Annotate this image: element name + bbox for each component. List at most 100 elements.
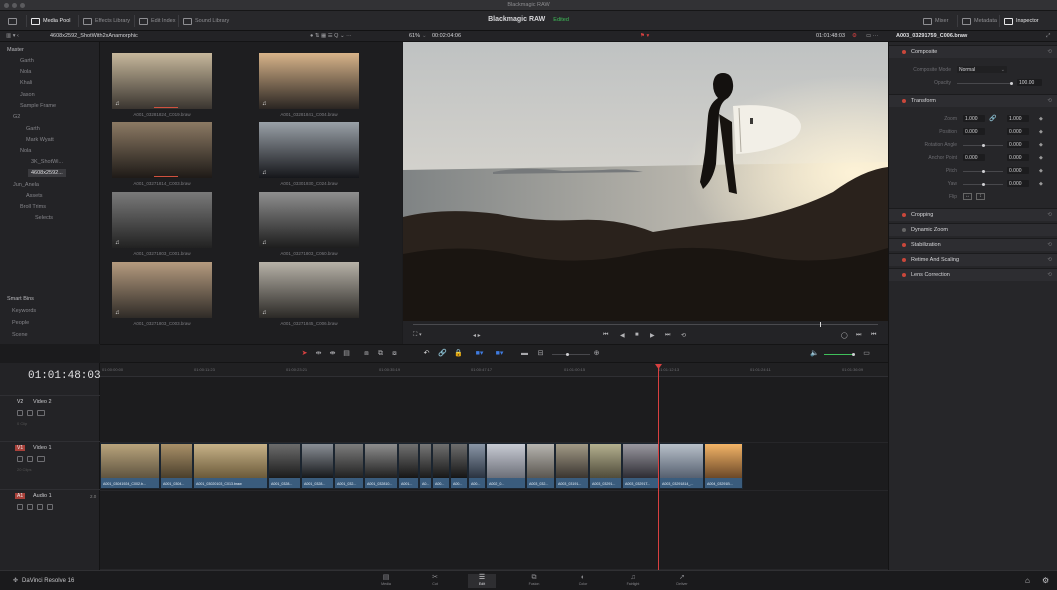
play-reverse-button[interactable]: ◀	[620, 332, 625, 339]
yaw-slider-knob[interactable]	[982, 183, 985, 186]
dynamic-zoom-section-header[interactable]: Dynamic Zoom	[889, 223, 1057, 236]
viewer-playhead[interactable]	[820, 322, 821, 327]
track-lock-icon[interactable]	[17, 504, 23, 510]
reset-icon[interactable]: ⟲	[1047, 257, 1052, 263]
composite-section-header[interactable]: Composite ⟲	[889, 45, 1057, 58]
timeline-clip[interactable]: A00...	[432, 443, 450, 489]
keyframe-icon[interactable]: ◆	[1039, 116, 1043, 122]
timeline-clip[interactable]: A0...	[419, 443, 432, 489]
custom-zoom-icon[interactable]: ⊕	[592, 350, 601, 358]
play-button[interactable]: ▶	[650, 332, 655, 339]
timeline-clip[interactable]: A001...	[398, 443, 419, 489]
enable-toggle-icon[interactable]	[902, 273, 906, 277]
media-clip[interactable]: ♫ A001_03271803_C001.braw	[112, 192, 212, 256]
timeline-viewer[interactable]	[403, 42, 888, 321]
keyframe-icon[interactable]: ◆	[1039, 168, 1043, 174]
page-color[interactable]: ◐ Color	[569, 574, 597, 588]
reset-icon[interactable]: ⟲	[1047, 272, 1052, 278]
audio-volume-knob[interactable]	[852, 353, 855, 356]
track-id[interactable]: V1	[15, 445, 26, 451]
snapping-icon[interactable]: ↶	[422, 350, 431, 358]
stabilization-section-header[interactable]: Stabilization ⟲	[889, 238, 1057, 251]
pitch-value[interactable]: 0.000	[1007, 167, 1029, 174]
timeline-clip[interactable]: A00...	[450, 443, 468, 489]
track-lock-icon[interactable]	[17, 456, 23, 462]
smart-bin-item[interactable]: People	[12, 320, 29, 326]
audio-volume-slider[interactable]	[824, 354, 854, 355]
page-fusion[interactable]: ⧉ Fusion	[520, 574, 548, 588]
marker-color-icon[interactable]: ■▾	[495, 350, 504, 358]
anchor-y-value[interactable]: 0.000	[1007, 154, 1029, 161]
bin-folder[interactable]: Nola	[20, 148, 31, 154]
bin-master[interactable]: Master	[7, 47, 24, 53]
enable-toggle-icon[interactable]	[902, 50, 906, 54]
reset-icon[interactable]: ⟲	[1047, 98, 1052, 104]
timeline-clip[interactable]: A00...	[468, 443, 486, 489]
viewer-scrubber[interactable]	[413, 324, 878, 325]
zoom-detail-icon[interactable]: ⊟	[536, 350, 545, 358]
loop-button[interactable]: ⟲	[681, 332, 686, 339]
timeline-clip[interactable]: A003_032...	[526, 443, 555, 489]
auto-select-icon[interactable]	[27, 456, 33, 462]
bin-item[interactable]: Jason	[20, 92, 35, 98]
bin-item-selected[interactable]: 4608x2592...	[28, 169, 66, 177]
inspector-button[interactable]: Inspector	[999, 15, 1039, 27]
timeline-clip[interactable]: A001_032...	[334, 443, 364, 489]
speaker-icon[interactable]: 🔈	[810, 350, 819, 358]
media-clip[interactable]: ♫ A001_03271845_C006.braw	[259, 262, 359, 326]
lens-correction-section-header[interactable]: Lens Correction ⟲	[889, 268, 1057, 281]
auto-select-icon[interactable]	[27, 410, 33, 416]
track-lane-v2[interactable]	[100, 377, 888, 443]
keyframe-icon[interactable]: ◆	[1039, 181, 1043, 187]
trim-tool-icon[interactable]: ⇹	[314, 350, 323, 358]
match-frame-button[interactable]: ◯	[841, 332, 848, 339]
bin-item[interactable]: Garth	[26, 126, 40, 132]
media-clip[interactable]: ♫ A001_03281841_C004.braw	[259, 53, 359, 117]
position-lock-icon[interactable]: 🔒	[454, 350, 463, 358]
keyframe-icon[interactable]: ◆	[1039, 129, 1043, 135]
flip-vertical-icon[interactable]: ↕	[976, 193, 985, 200]
track-enable-icon[interactable]	[37, 410, 45, 416]
media-clip[interactable]: ♫ A001_03271803_C003.braw	[112, 262, 212, 326]
media-clip[interactable]: A001_03271814_C003.braw	[112, 122, 212, 186]
pitch-slider-knob[interactable]	[982, 170, 985, 173]
bypass-icon[interactable]: ⚙	[852, 33, 857, 39]
expand-icon[interactable]: ⤢	[1046, 33, 1050, 40]
timeline-zoom-slider[interactable]	[552, 354, 590, 355]
page-cut[interactable]: ✂ Cut	[421, 574, 449, 588]
viewer-size-button[interactable]: ⛶ ▾	[413, 332, 422, 339]
bin-item[interactable]: Assets	[26, 193, 43, 199]
bin-folder[interactable]: Jun_Anela	[13, 182, 39, 188]
media-view-icons[interactable]: ● ⇅ ▦ ☰ Q ⌄ ···	[310, 33, 352, 39]
rotation-value[interactable]: 0.000	[1007, 141, 1029, 148]
bin-list-toggle[interactable]: ▥ ▾ ‹	[6, 33, 19, 39]
opacity-value[interactable]: 100.00	[1017, 79, 1042, 86]
mute-button[interactable]	[47, 504, 53, 510]
timeline-clip[interactable]: A003_03191...	[555, 443, 589, 489]
position-y-value[interactable]: 0.000	[1007, 128, 1029, 135]
enable-toggle-icon[interactable]	[902, 99, 906, 103]
page-fairlight[interactable]: ♫ Fairlight	[619, 574, 647, 588]
zoom-y-value[interactable]: 1.000	[1007, 115, 1029, 122]
timeline-clip[interactable]: A003_03291...	[589, 443, 622, 489]
bin-folder[interactable]: Broll Trims	[20, 204, 46, 210]
track-enable-icon[interactable]	[37, 456, 45, 462]
track-lane-a1[interactable]	[100, 491, 888, 570]
smart-bin-item[interactable]: Keywords	[12, 308, 36, 314]
bin-item[interactable]: Selects	[35, 215, 53, 221]
clip-flag-icon[interactable]: ⚑ ▾	[640, 33, 649, 39]
enable-toggle-icon[interactable]	[902, 228, 906, 232]
go-to-end-button[interactable]: ⏭	[665, 332, 670, 339]
flag-color-icon[interactable]: ■▾	[475, 350, 484, 358]
rotation-slider-knob[interactable]	[982, 144, 985, 147]
timeline-clip[interactable]: A001_0304...	[160, 443, 193, 489]
timeline-clip[interactable]: A004_03291B...	[704, 443, 743, 489]
reset-icon[interactable]: ⟲	[1047, 212, 1052, 218]
auto-select-icon[interactable]	[27, 504, 33, 510]
next-edit-button[interactable]: ⏭	[856, 332, 861, 339]
timeline-clip[interactable]: A001_03020103_C013.braw	[193, 443, 268, 489]
reset-icon[interactable]: ⟲	[1047, 242, 1052, 248]
opacity-slider-knob[interactable]	[1010, 82, 1013, 85]
opacity-slider[interactable]	[957, 83, 1013, 84]
timeline-clip[interactable]: A001_03041924_C002.b...	[100, 443, 160, 489]
